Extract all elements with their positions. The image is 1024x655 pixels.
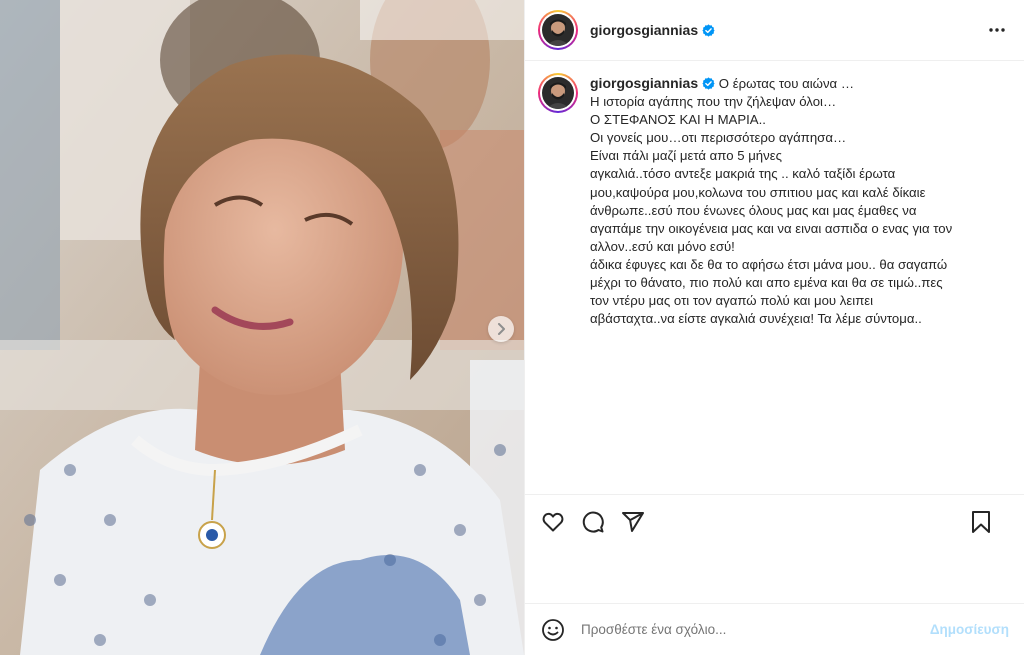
emoji-icon	[542, 618, 564, 641]
avatar-frame	[540, 12, 576, 48]
share-button[interactable]	[621, 510, 645, 534]
more-options-icon	[989, 28, 1005, 32]
caption-username[interactable]: giorgosgiannias	[590, 75, 698, 91]
verified-badge-icon	[702, 23, 715, 37]
comment-input[interactable]	[581, 622, 901, 637]
comment-button[interactable]	[581, 510, 605, 534]
next-media-button[interactable]	[488, 316, 514, 342]
caption-avatar-image	[542, 77, 574, 109]
emoji-button[interactable]	[541, 618, 565, 642]
caption-avatar-frame	[540, 75, 576, 111]
post-side-panel: giorgosgiannias giorgosgiannias Ο έρωτας…	[524, 0, 1024, 655]
post-comment-button[interactable]: Δημοσίευση	[930, 622, 1009, 637]
caption-text: Ο έρωτας του αιώνα … Η ιστορία αγάπης πο…	[590, 76, 953, 327]
verified-badge-icon	[702, 77, 715, 90]
more-options-button[interactable]	[987, 20, 1007, 40]
chevron-right-icon	[498, 323, 505, 335]
comment-icon	[582, 511, 604, 533]
comment-bar: Δημοσίευση	[525, 603, 1024, 655]
header-username[interactable]: giorgosgiannias	[590, 22, 698, 38]
instagram-post: giorgosgiannias giorgosgiannias Ο έρωτας…	[0, 0, 1024, 655]
action-bar	[525, 494, 1024, 548]
avatar-image	[542, 14, 574, 46]
save-button[interactable]	[969, 510, 993, 534]
bookmark-icon	[972, 511, 990, 533]
avatar[interactable]	[538, 10, 578, 50]
heart-icon	[542, 512, 564, 531]
caption-text-block: giorgosgiannias Ο έρωτας του αιώνα … Η ι…	[590, 73, 1008, 493]
post-media[interactable]	[0, 0, 524, 655]
post-photo	[0, 0, 524, 655]
caption-section: giorgosgiannias Ο έρωτας του αιώνα … Η ι…	[525, 61, 1024, 493]
like-button[interactable]	[541, 510, 565, 534]
post-header: giorgosgiannias	[525, 0, 1024, 61]
caption-avatar[interactable]	[538, 73, 578, 113]
share-icon	[622, 511, 644, 532]
